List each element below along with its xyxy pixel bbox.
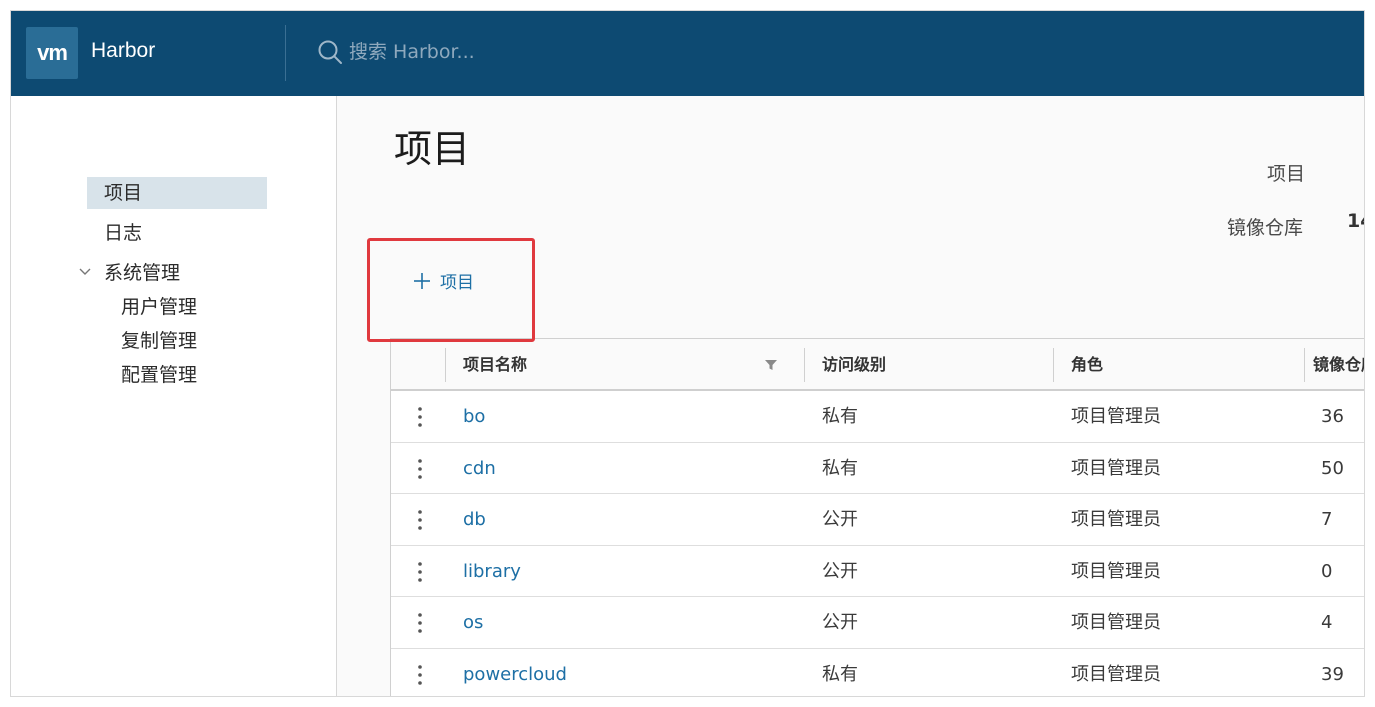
search-input[interactable] [349, 41, 609, 63]
app-window: vm Harbor 项目 日志 系统管理 用户管理 复制管理 [10, 10, 1365, 697]
row-actions-icon[interactable] [413, 560, 427, 584]
sidebar-item-label: 复制管理 [121, 330, 198, 352]
search-icon[interactable] [317, 39, 343, 65]
summary-repos-label: 镜像仓库 [1227, 217, 1304, 239]
role-cell: 项目管理员 [1071, 406, 1161, 427]
sidebar-item-label: 系统管理 [104, 262, 181, 284]
new-project-label: 项目 [440, 273, 474, 293]
column-header-project-name[interactable]: 项目名称 [463, 339, 527, 391]
role-cell: 项目管理员 [1071, 663, 1161, 685]
role-cell: 项目管理员 [1071, 612, 1161, 633]
sidebar: 项目 日志 系统管理 用户管理 复制管理 配置管理 [11, 96, 337, 696]
project-name-link[interactable]: library [463, 546, 521, 597]
page-title: 项目 [394, 127, 471, 171]
row-actions-icon[interactable] [413, 457, 427, 481]
project-name-link[interactable]: os [463, 597, 483, 648]
repo-count-cell: 0 [1321, 560, 1333, 582]
access-level-cell: 公开 [822, 509, 858, 530]
sidebar-item-configuration-management[interactable]: 配置管理 [121, 359, 271, 391]
access-level-cell: 公开 [822, 612, 858, 633]
main-content: 项目 项目 镜像仓库 14 项目 项目名称 访问级别 角色 [338, 96, 1364, 697]
sidebar-item-label: 日志 [104, 222, 143, 244]
top-header: vm Harbor [11, 11, 1364, 96]
global-search [317, 39, 609, 65]
sidebar-item-label: 项目 [104, 182, 143, 204]
table-row: os 公开 项目管理员 4 [391, 597, 1364, 649]
sidebar-item-label: 配置管理 [121, 364, 198, 386]
repo-count-cell: 4 [1321, 612, 1333, 633]
row-actions-icon[interactable] [413, 405, 427, 429]
table-header: 项目名称 访问级别 角色 镜像仓库 [391, 339, 1364, 391]
header-divider [285, 25, 286, 81]
row-actions-icon[interactable] [413, 611, 427, 635]
sidebar-item-projects[interactable]: 项目 [87, 177, 267, 209]
table-row: powercloud 私有 项目管理员 39 [391, 648, 1364, 697]
repo-count-cell: 7 [1321, 509, 1333, 530]
vmware-logo[interactable]: vm [26, 27, 78, 79]
project-name-link[interactable]: powercloud [463, 649, 567, 697]
table-row: cdn 私有 项目管理员 50 [391, 442, 1364, 494]
app-name[interactable]: Harbor [91, 39, 155, 63]
table-row: db 公开 项目管理员 7 [391, 494, 1364, 546]
column-separator [1053, 348, 1054, 382]
sidebar-item-replication-management[interactable]: 复制管理 [121, 325, 271, 357]
repo-count-cell: 39 [1321, 663, 1344, 685]
projects-table: 项目名称 访问级别 角色 镜像仓库 bo 私有 项目管理员 36 [390, 338, 1364, 697]
plus-icon [414, 272, 430, 289]
role-cell: 项目管理员 [1071, 509, 1161, 530]
access-level-cell: 私有 [822, 663, 858, 685]
role-cell: 项目管理员 [1071, 457, 1161, 479]
repo-count-cell: 36 [1321, 406, 1344, 427]
project-name-link[interactable]: cdn [463, 443, 496, 494]
column-separator [1304, 348, 1305, 382]
sidebar-item-logs[interactable]: 日志 [87, 217, 267, 249]
column-header-access-level[interactable]: 访问级别 [822, 339, 886, 391]
project-name-link[interactable]: db [463, 494, 486, 545]
column-separator [804, 348, 805, 382]
access-level-cell: 私有 [822, 406, 858, 427]
column-separator [445, 348, 446, 382]
access-level-cell: 私有 [822, 457, 858, 479]
column-header-repositories[interactable]: 镜像仓库 [1313, 339, 1364, 391]
row-actions-icon[interactable] [413, 663, 427, 687]
table-row: bo 私有 项目管理员 36 [391, 391, 1364, 443]
access-level-cell: 公开 [822, 560, 858, 582]
table-row: library 公开 项目管理员 0 [391, 545, 1364, 597]
sidebar-item-user-management[interactable]: 用户管理 [121, 291, 271, 323]
repo-count-cell: 50 [1321, 457, 1344, 479]
column-header-role[interactable]: 角色 [1071, 339, 1103, 391]
filter-icon[interactable] [765, 360, 777, 370]
summary-projects-label: 项目 [1267, 163, 1306, 185]
new-project-button[interactable]: 项目 [413, 268, 474, 293]
row-actions-icon[interactable] [413, 508, 427, 532]
summary-repos-value: 14 [1347, 210, 1364, 232]
role-cell: 项目管理员 [1071, 560, 1161, 582]
project-name-link[interactable]: bo [463, 391, 485, 442]
sidebar-item-system-admin[interactable]: 系统管理 [87, 257, 267, 289]
sidebar-item-label: 用户管理 [121, 296, 198, 318]
